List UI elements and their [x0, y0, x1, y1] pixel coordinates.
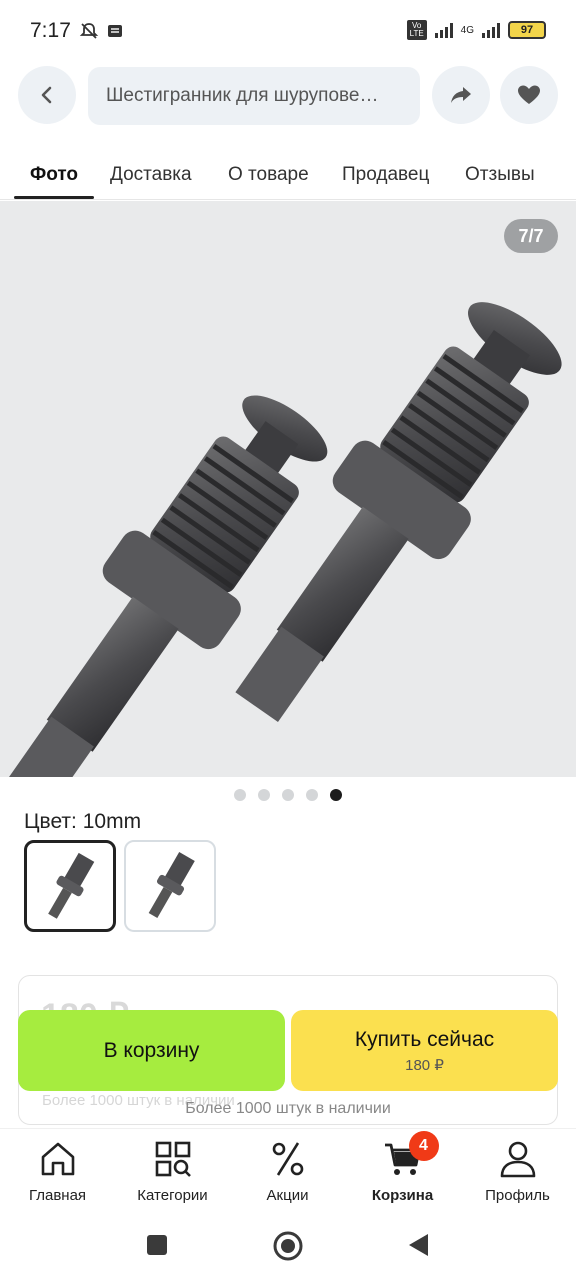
battery-icon: 97 — [508, 21, 546, 39]
chevron-left-icon — [41, 86, 52, 104]
heart-icon — [518, 85, 540, 104]
back-button[interactable] — [18, 66, 76, 124]
variant-thumbnail — [48, 852, 95, 919]
product-photo — [5, 302, 562, 777]
nav-label-promotions: Акции — [266, 1187, 309, 1204]
stock-text: Более 1000 штук в наличии — [185, 1100, 391, 1117]
home-circle-icon[interactable] — [272, 1230, 304, 1262]
add-to-cart-label: В корзину — [103, 1038, 200, 1062]
signal-icon-2 — [482, 22, 500, 38]
nav-item-promotions[interactable]: Акции — [230, 1137, 345, 1213]
favorite-button[interactable] — [500, 66, 558, 124]
recent-apps-icon[interactable] — [146, 1234, 168, 1256]
product-image[interactable]: 7/7 — [0, 201, 576, 777]
volte-icon: Vo LTE — [406, 20, 427, 40]
categories-icon — [151, 1137, 195, 1181]
tab-photo[interactable]: Фото — [30, 150, 78, 200]
variant-swatch-selected[interactable] — [24, 840, 116, 932]
variant-label: Цвет: 10mm — [24, 810, 142, 833]
percent-icon — [266, 1137, 310, 1181]
nav-item-cart[interactable]: 4 Корзина — [345, 1131, 460, 1213]
nav-item-home[interactable]: Главная — [0, 1137, 115, 1213]
gallery-dot[interactable] — [258, 789, 270, 801]
gallery-dot[interactable] — [306, 789, 318, 801]
battery-level: 97 — [520, 24, 534, 36]
active-tab-indicator — [14, 196, 94, 199]
nav-label-categories: Категории — [137, 1187, 208, 1204]
back-triangle-icon[interactable] — [406, 1232, 430, 1258]
nav-item-profile[interactable]: Профиль — [460, 1137, 575, 1213]
network-type: 4G — [460, 24, 474, 36]
add-to-cart-button[interactable]: В корзину — [18, 1010, 285, 1091]
system-navigation — [0, 1212, 576, 1280]
home-icon — [36, 1137, 80, 1181]
variant-swatch[interactable] — [124, 840, 216, 932]
buy-now-price: 180 ₽ — [405, 1056, 444, 1074]
nav-label-home: Главная — [28, 1187, 87, 1204]
signal-icon — [434, 22, 453, 38]
tab-delivery[interactable]: Доставка — [110, 150, 192, 200]
search-field[interactable]: Шестигранник для шурупове… — [88, 67, 420, 125]
search-text: Шестигранник для шурупове… — [106, 85, 379, 106]
header: Шестигранник для шурупове… — [0, 66, 576, 128]
buy-now-button[interactable]: Купить сейчас 180 ₽ — [291, 1010, 558, 1091]
status-time: 7:17 — [30, 19, 71, 42]
status-bar: 7:17 Vo LTE 4G 97 — [0, 0, 576, 62]
notification-icon — [107, 25, 122, 37]
gallery-dot[interactable] — [234, 789, 246, 801]
gallery-dots — [0, 789, 576, 801]
bottom-navigation: Главная Категории Акции 4 Корзина Профил… — [0, 1128, 576, 1212]
cart-icon: 4 — [381, 1131, 439, 1181]
share-icon — [451, 87, 471, 103]
gallery-dot-active[interactable] — [330, 789, 342, 801]
section-tabs: Фото Доставка О товаре Продавец Отзывы — [0, 150, 576, 200]
cart-badge: 4 — [408, 1131, 439, 1161]
profile-icon — [496, 1137, 540, 1181]
variant-thumbnail — [148, 852, 195, 918]
buy-now-label: Купить сейчас — [354, 1027, 495, 1051]
nav-label-cart: Корзина — [371, 1187, 434, 1204]
share-button[interactable] — [432, 66, 490, 124]
nav-label-profile: Профиль — [485, 1187, 550, 1204]
bell-off-icon — [79, 23, 99, 39]
gallery-dot[interactable] — [282, 789, 294, 801]
image-counter: 7/7 — [504, 219, 558, 253]
nav-item-categories[interactable]: Категории — [115, 1137, 230, 1213]
tab-reviews[interactable]: Отзывы — [465, 150, 535, 200]
tab-about[interactable]: О товаре — [228, 150, 309, 200]
tab-seller[interactable]: Продавец — [342, 150, 429, 200]
